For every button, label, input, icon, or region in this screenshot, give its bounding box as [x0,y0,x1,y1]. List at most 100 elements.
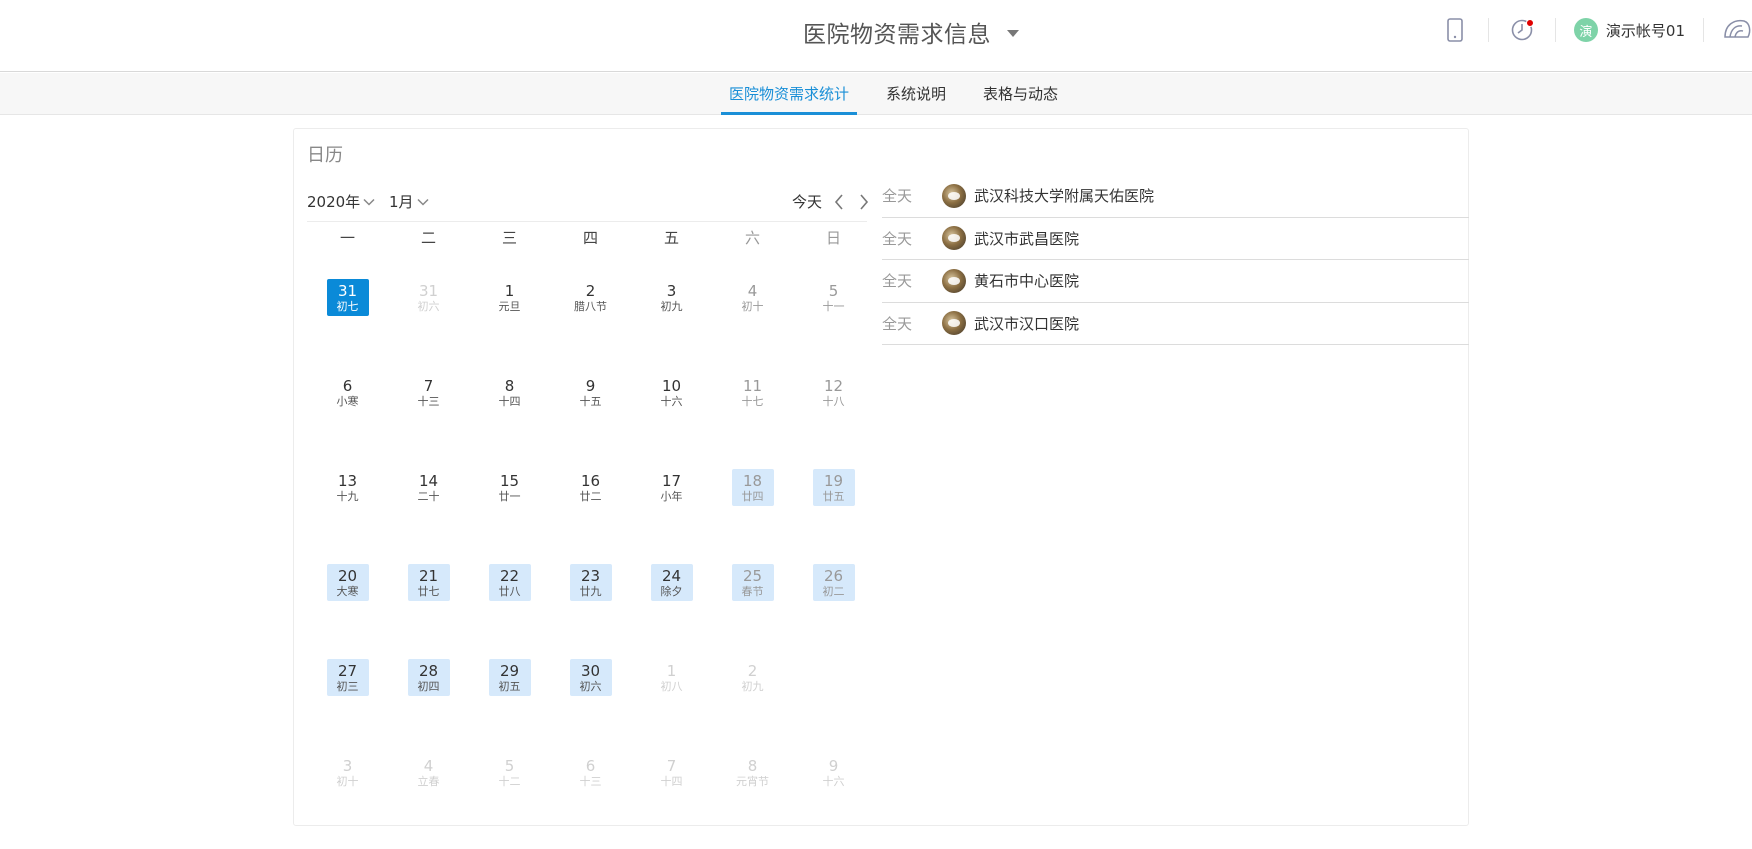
calendar-day-cell[interactable]: 7 十三 [388,374,469,469]
app-header: 医院物资需求信息 演 演示帐号01 [0,0,1752,72]
calendar-day-cell[interactable]: 5 十二 [469,754,550,849]
app-logo-icon[interactable] [1722,15,1752,45]
lunar-date: 大寒 [336,584,359,598]
lunar-date: 十七 [741,394,764,408]
calendar-day-cell[interactable]: 2 腊八节 [550,279,631,374]
calendar-day-cell[interactable]: 29 初五 [469,659,550,754]
day-box: 5 十二 [489,754,531,791]
calendar-day-cell[interactable]: 3 初九 [631,279,712,374]
day-number: 6 [585,756,596,775]
lunar-date: 十三 [579,774,602,788]
day-number: 23 [580,566,601,585]
tab-system-description[interactable]: 系统说明 [878,73,954,115]
calendar-day-cell[interactable]: 7 十四 [631,754,712,849]
day-box: 8 十四 [489,374,531,411]
calendar-day-cell[interactable]: 8 十四 [469,374,550,469]
calendar-day-cell[interactable]: 24 除夕 [631,564,712,659]
calendar-day-cell[interactable]: 9 十六 [793,754,874,849]
user-name: 演示帐号01 [1605,21,1685,40]
calendar-day-cell[interactable]: 4 初十 [712,279,793,374]
event-avatar [942,183,966,208]
mobile-phone-icon[interactable] [1440,15,1470,45]
calendar-day-cell[interactable]: 20 大寒 [307,564,388,659]
calendar-day-cell[interactable]: 3 初十 [307,754,388,849]
event-item[interactable]: 全天 武汉市汉口医院 [882,303,1469,345]
day-number: 30 [580,661,601,680]
day-number: 13 [337,471,358,490]
lunar-date: 初六 [417,299,440,313]
calendar-day-cell[interactable]: 31 初六 [388,279,469,374]
month-select[interactable]: 1月 [389,191,429,212]
tab-hospital-supply-stats[interactable]: 医院物资需求统计 [721,73,858,115]
event-item[interactable]: 全天 武汉科技大学附属天佑医院 [882,175,1469,218]
weekday-label: 一 [339,229,355,247]
calendar-day-cell[interactable]: 11 十七 [712,374,793,469]
calendar-day-cell[interactable]: 6 十三 [550,754,631,849]
tab-tables-and-updates[interactable]: 表格与动态 [975,73,1066,115]
user-menu[interactable]: 演 演示帐号01 [1573,18,1685,42]
calendar-day-cell[interactable]: 9 十五 [550,374,631,469]
calendar-day-cell[interactable]: 5 十一 [793,279,874,374]
calendar-day-cell[interactable]: 31 初七 [307,279,388,316]
chevron-down-icon [417,198,429,206]
calendar-day-cell[interactable]: 27 初三 [307,659,388,754]
calendar-day-cell[interactable]: 25 春节 [712,564,793,659]
calendar-day-cell[interactable]: 19 廿五 [793,469,874,564]
calendar-day-cell[interactable]: 1 初八 [631,659,712,754]
prev-month-button[interactable] [830,193,848,211]
event-avatar [942,311,966,336]
day-number: 5 [828,281,839,300]
day-number: 21 [418,566,439,585]
calendar-day-cell[interactable]: 16 廿二 [550,469,631,564]
day-box: 3 初九 [651,279,693,316]
day-box: 2 腊八节 [570,279,612,316]
day-number: 7 [666,756,677,775]
lunar-date: 立春 [417,774,440,788]
app-title: 医院物资需求信息 [803,22,991,48]
panel-title: 日历 [307,145,343,166]
lunar-date: 二十 [417,489,440,503]
calendar-day-cell[interactable]: 8 元宵节 [712,754,793,849]
calendar-day-cell[interactable]: 10 十六 [631,374,712,469]
calendar-day-cell[interactable]: 21 廿七 [388,564,469,659]
day-number: 1 [504,281,515,300]
lunar-date: 廿七 [417,584,440,598]
divider [1703,18,1704,42]
user-avatar: 演 [1573,18,1598,42]
event-item[interactable]: 全天 黄石市中心医院 [882,260,1469,303]
calendar-day-cell[interactable]: 22 廿八 [469,564,550,659]
app-title-dropdown[interactable]: 医院物资需求信息 [803,14,1019,50]
calendar-day-cell[interactable]: 17 小年 [631,469,712,564]
today-button[interactable]: 今天 [792,191,822,212]
next-month-button[interactable] [855,193,873,211]
calendar-day-cell[interactable]: 12 十八 [793,374,874,469]
calendar-day-cell[interactable]: 15 廿一 [469,469,550,564]
lunar-date: 十四 [660,774,683,788]
calendar-day-cell[interactable]: 6 小寒 [307,374,388,469]
lunar-date: 初七 [336,299,359,313]
year-select[interactable]: 2020年 [307,191,375,212]
calendar-day-cell[interactable]: 14 二十 [388,469,469,564]
lunar-date: 十一 [822,299,845,313]
day-box: 23 廿九 [569,564,612,601]
calendar-day-cell[interactable]: 13 十九 [307,469,388,564]
day-box: 11 十七 [732,374,774,411]
event-item[interactable]: 全天 武汉市武昌医院 [882,218,1469,260]
calendar-day-cell[interactable]: 28 初四 [388,659,469,754]
calendar-day-cell[interactable]: 18 廿四 [712,469,793,564]
calendar-day-cell[interactable]: 23 廿九 [550,564,631,659]
calendar-day-cell[interactable]: 4 立春 [388,754,469,849]
lunar-date: 春节 [741,584,764,598]
day-box: 5 十一 [813,279,855,316]
calendar-day-cell[interactable]: 30 初六 [550,659,631,754]
calendar-day-cell[interactable]: 2 初九 [712,659,793,754]
day-box: 24 除夕 [650,564,693,601]
calendar-day-cell[interactable]: 1 元旦 [469,279,550,374]
chevron-down-icon [363,198,375,206]
calendar-day-cell[interactable]: 26 初二 [793,564,874,659]
notification-clock-icon[interactable] [1507,15,1537,45]
divider [1554,18,1556,42]
weekday-header: 一 二 三 四 五 六 日 [307,227,875,249]
caret-down-icon [1007,30,1019,37]
divider [1487,18,1489,42]
